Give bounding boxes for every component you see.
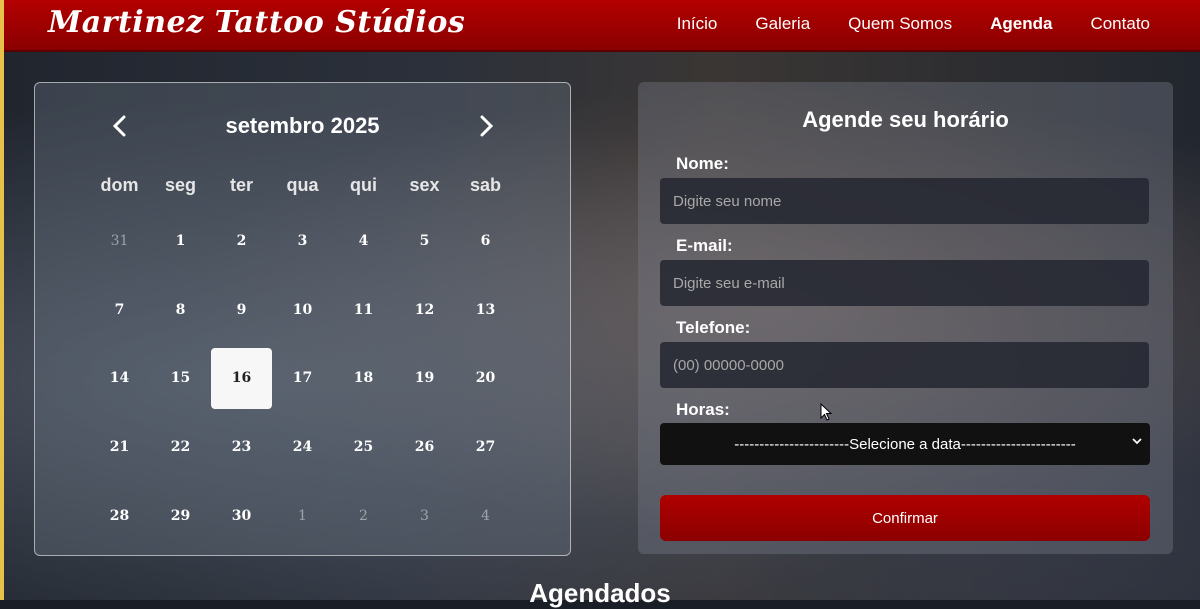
chevron-down-icon <box>1132 435 1142 449</box>
calendar-day[interactable]: 15 <box>150 348 211 409</box>
confirm-button[interactable]: Confirmar <box>660 495 1150 541</box>
calendar-day[interactable]: 26 <box>394 417 455 478</box>
calendar-day[interactable]: 31 <box>89 211 150 272</box>
site-logo[interactable]: Martinez Tattoo Stúdios <box>48 5 465 40</box>
calendar-day[interactable]: 8 <box>150 279 211 340</box>
weekday-label: sex <box>409 175 440 195</box>
calendar-day[interactable]: 22 <box>150 417 211 478</box>
calendar-day[interactable]: 1 <box>150 211 211 272</box>
scheduled-section-title: Agendados <box>529 578 671 608</box>
calendar-day[interactable]: 4 <box>333 211 394 272</box>
weekday-row: dom seg ter qua qui sex sab <box>89 175 579 196</box>
calendar-week: 14 15 16 17 18 19 20 <box>89 344 579 413</box>
calendar-week: 28 29 30 1 2 3 4 <box>89 481 579 550</box>
calendar-day[interactable]: 28 <box>89 485 150 546</box>
mouse-cursor-icon <box>820 403 832 421</box>
form-title: Agende seu horário <box>802 107 1009 132</box>
calendar-month-label: setembro 2025 <box>225 113 380 138</box>
name-input[interactable] <box>660 178 1149 224</box>
nav-agenda[interactable]: Agenda <box>990 14 1052 34</box>
main-nav: Início Galeria Quem Somos Agenda Contato <box>639 0 1150 48</box>
nav-inicio[interactable]: Início <box>677 14 718 34</box>
weekday-label: sab <box>469 175 502 195</box>
chevron-right-icon[interactable] <box>473 111 499 141</box>
calendar-day[interactable]: 29 <box>150 485 211 546</box>
calendar-day[interactable]: 14 <box>89 348 150 409</box>
calendar-week: 21 22 23 24 25 26 27 <box>89 413 579 482</box>
calendar-week: 31 1 2 3 4 5 6 <box>89 207 579 276</box>
calendar-day[interactable]: 30 <box>211 485 272 546</box>
window-border <box>0 0 4 600</box>
email-label: E-mail: <box>676 236 733 255</box>
weekday-label: qui <box>350 175 377 195</box>
phone-label: Telefone: <box>676 318 751 337</box>
calendar-day[interactable]: 2 <box>333 485 394 546</box>
calendar-day[interactable]: 3 <box>394 485 455 546</box>
calendar-header: setembro 2025 <box>35 83 570 167</box>
hours-select[interactable]: -----------------------Selecione a data-… <box>660 423 1150 465</box>
calendar-day[interactable]: 2 <box>211 211 272 272</box>
calendar-day[interactable]: 10 <box>272 279 333 340</box>
calendar-day[interactable]: 24 <box>272 417 333 478</box>
calendar-day[interactable]: 18 <box>333 348 394 409</box>
calendar-day[interactable]: 9 <box>211 279 272 340</box>
hours-select-value: -----------------------Selecione a data-… <box>734 435 1076 453</box>
calendar-day[interactable]: 21 <box>89 417 150 478</box>
weekday-label: dom <box>100 175 139 195</box>
calendar-day[interactable]: 20 <box>455 348 516 409</box>
phone-input[interactable] <box>660 342 1149 388</box>
calendar-day[interactable]: 5 <box>394 211 455 272</box>
hours-label: Horas: <box>676 400 730 419</box>
calendar-day[interactable]: 17 <box>272 348 333 409</box>
email-input[interactable] <box>660 260 1149 306</box>
weekday-label: seg <box>164 175 197 195</box>
weekday-label: qua <box>286 175 319 195</box>
calendar-day[interactable]: 1 <box>272 485 333 546</box>
calendar-day[interactable]: 3 <box>272 211 333 272</box>
calendar-day[interactable]: 4 <box>455 485 516 546</box>
calendar-day-selected[interactable]: 16 <box>211 347 272 409</box>
nav-quem-somos[interactable]: Quem Somos <box>848 14 952 34</box>
calendar-day[interactable]: 27 <box>455 417 516 478</box>
calendar-day[interactable]: 7 <box>89 279 150 340</box>
calendar: setembro 2025 dom seg ter qua qui sex sa… <box>34 82 571 556</box>
calendar-day[interactable]: 23 <box>211 417 272 478</box>
calendar-days: 31 1 2 3 4 5 6 7 8 9 10 11 12 13 14 15 1… <box>89 207 579 550</box>
calendar-week: 7 8 9 10 11 12 13 <box>89 276 579 345</box>
calendar-day[interactable]: 19 <box>394 348 455 409</box>
name-label: Nome: <box>676 154 729 173</box>
weekday-label: ter <box>229 175 253 195</box>
calendar-day[interactable]: 25 <box>333 417 394 478</box>
nav-galeria[interactable]: Galeria <box>755 14 810 34</box>
calendar-day[interactable]: 11 <box>333 279 394 340</box>
booking-form: Agende seu horário Nome: E-mail: Telefon… <box>638 82 1173 554</box>
calendar-day[interactable]: 13 <box>455 279 516 340</box>
calendar-day[interactable]: 12 <box>394 279 455 340</box>
nav-contato[interactable]: Contato <box>1090 14 1150 34</box>
calendar-day[interactable]: 6 <box>455 211 516 272</box>
site-header: Martinez Tattoo Stúdios Início Galeria Q… <box>4 0 1200 52</box>
